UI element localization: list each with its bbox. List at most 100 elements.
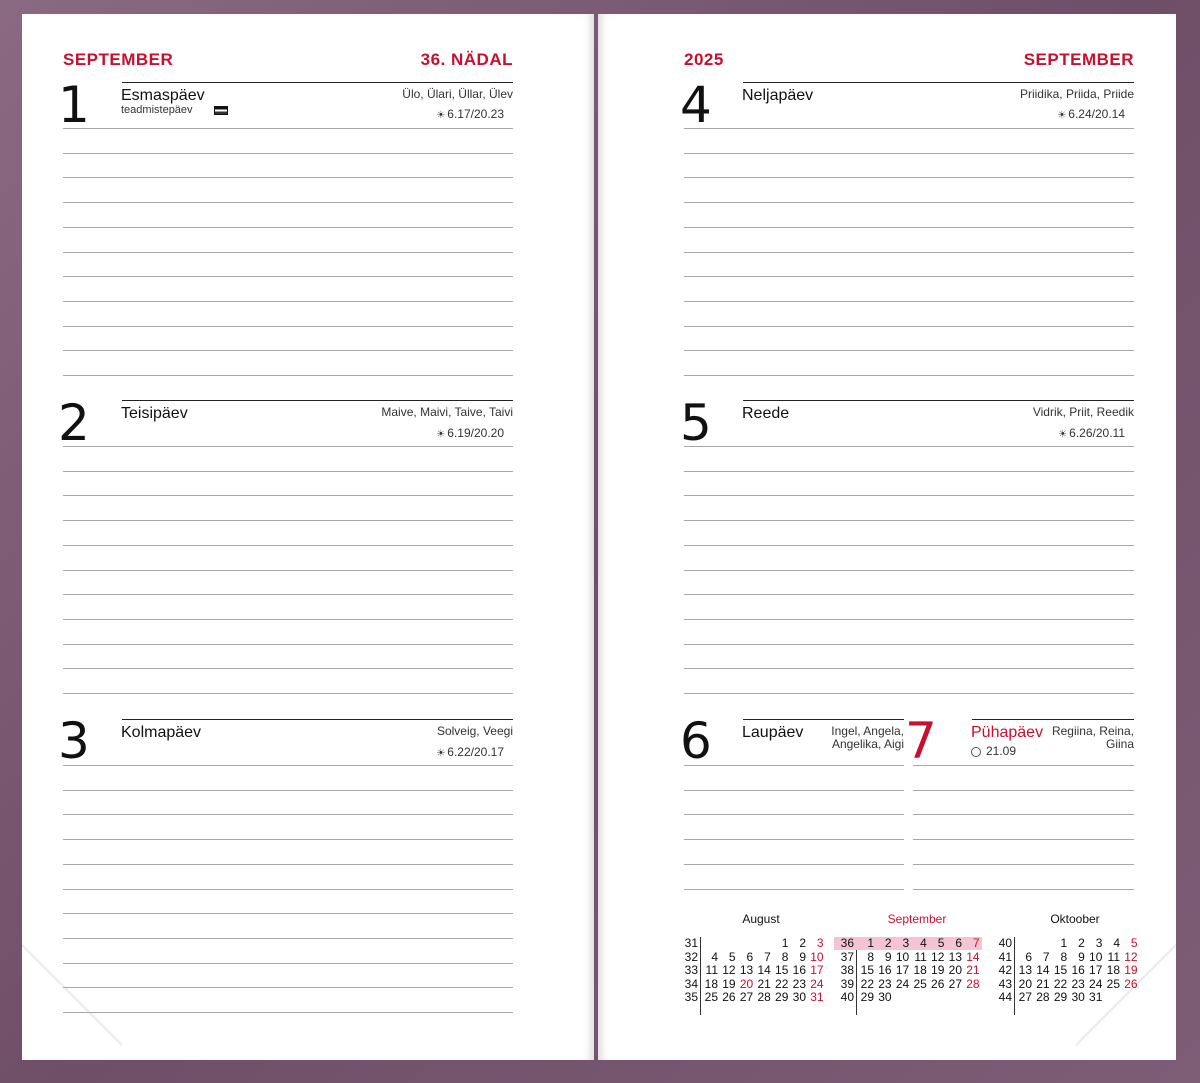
- calendar-day: 15: [1053, 963, 1068, 978]
- calendar-day: 8: [781, 949, 789, 964]
- calendar-day: 27: [1018, 990, 1032, 1005]
- writing-line: [684, 545, 1134, 546]
- day-number-4: 4: [680, 76, 712, 134]
- writing-line: [684, 350, 1134, 351]
- week-number: 39: [840, 976, 854, 991]
- calendar-day: 29: [860, 990, 874, 1005]
- moon-phase: 21.09: [971, 744, 1016, 758]
- writing-line: [63, 644, 513, 645]
- calendar-day: 4: [1113, 936, 1120, 950]
- calendar-day: 24: [1089, 976, 1103, 991]
- namedays-4: Priidika, Priida, Priide: [1019, 87, 1134, 101]
- writing-line: [684, 570, 1134, 571]
- writing-line: [63, 227, 513, 228]
- writing-line: [63, 252, 513, 253]
- mini-calendar-separator: [1014, 937, 1015, 1015]
- day-name-7: Pühapäev: [971, 724, 1044, 741]
- calendar-day: 24: [895, 976, 910, 991]
- day-number-5: 5: [680, 394, 712, 452]
- sunrise-icon: ☀: [436, 429, 446, 440]
- calendar-day: 2: [884, 936, 892, 950]
- mini-calendar-title: Oktoober: [1050, 912, 1100, 926]
- writing-line: [684, 202, 1134, 203]
- writing-line: [913, 864, 1134, 865]
- day-number-7: 7: [905, 712, 937, 770]
- sun-times-value: 6.19/20.20: [447, 426, 504, 440]
- calendar-day: 1: [867, 936, 874, 950]
- namedays-1: Ülo, Ülari, Üllar, Ülev: [402, 87, 513, 101]
- calendar-day: 31: [1089, 990, 1103, 1005]
- writing-line: [63, 177, 513, 178]
- namedays-5: Vidrik, Priit, Reedik: [1032, 405, 1134, 419]
- writing-line: [684, 276, 1134, 277]
- calendar-day: 26: [1124, 976, 1138, 991]
- week-number: 40: [840, 990, 854, 1005]
- calendar-day: 9: [1078, 949, 1085, 964]
- namedays-7b: Giina: [1105, 737, 1134, 751]
- calendar-day: 18: [704, 976, 718, 991]
- calendar-day: 24: [810, 976, 824, 991]
- week-number: 43: [998, 976, 1012, 991]
- sunrise-icon: ☀: [436, 748, 446, 759]
- calendar-day: 11: [705, 963, 718, 978]
- calendar-day: 6: [746, 949, 754, 964]
- calendar-day: 29: [1053, 990, 1068, 1005]
- writing-line: [684, 128, 1134, 129]
- calendar-day: 17: [895, 963, 910, 978]
- corner-decoration-left: [22, 930, 122, 1060]
- week-number: 32: [684, 949, 698, 964]
- namedays-6a: Ingel, Angela,: [831, 724, 904, 738]
- day-number-1: 1: [58, 76, 90, 134]
- week-number: 38: [840, 963, 854, 978]
- calendar-day: 13: [1018, 963, 1032, 978]
- calendar-day: 5: [937, 936, 945, 950]
- calendar-day: 15: [775, 963, 789, 978]
- writing-line: [63, 693, 513, 694]
- calendar-day: 25: [1106, 976, 1120, 991]
- writing-line: [63, 790, 513, 791]
- writing-line: [63, 350, 513, 351]
- calendar-day: 2: [1078, 936, 1085, 950]
- calendar-day: 18: [1106, 963, 1120, 978]
- writing-line: [63, 963, 513, 964]
- sun-times-value: 6.26/20.11: [1069, 426, 1125, 440]
- writing-line: [63, 839, 513, 840]
- calendar-day: 22: [775, 976, 789, 991]
- writing-line: [63, 1012, 513, 1013]
- calendar-day: 7: [1042, 949, 1050, 964]
- sun-times-2: ☀ 6.19/20.20: [400, 426, 504, 440]
- calendar-day: 7: [972, 936, 980, 950]
- calendar-day: 20: [1018, 976, 1032, 991]
- calendar-day: 16: [792, 963, 806, 978]
- sun-times-value: 6.22/20.17: [447, 745, 504, 759]
- writing-line: [63, 987, 513, 988]
- writing-line: [684, 326, 1134, 327]
- writing-line: [63, 446, 513, 447]
- day-name-4: Neljapäev: [742, 87, 814, 104]
- sun-times-5: ☀ 6.26/20.11: [1020, 426, 1125, 440]
- week-number: 31: [684, 936, 698, 950]
- calendar-day: 11: [1107, 949, 1120, 964]
- writing-line: [63, 471, 513, 472]
- calendar-day: 10: [1089, 949, 1103, 964]
- calendar-day: 21: [966, 963, 980, 978]
- mini-calendar-title: August: [742, 912, 780, 926]
- week-number: 37: [840, 949, 854, 964]
- day-header-line: [743, 400, 1134, 401]
- day-name-1: Esmaspäev: [121, 87, 205, 104]
- calendar-day: 1: [781, 936, 789, 950]
- sunrise-icon: ☀: [1058, 429, 1068, 440]
- calendar-day: 6: [955, 936, 962, 950]
- namedays-3: Solveig, Veegi: [436, 724, 513, 738]
- writing-line: [63, 301, 513, 302]
- week-number: 40: [998, 936, 1012, 950]
- calendar-day: 26: [722, 990, 736, 1005]
- calendar-day: 3: [902, 936, 910, 950]
- calendar-day: 22: [860, 976, 874, 991]
- calendar-day: 13: [739, 963, 754, 978]
- calendar-day: 14: [1036, 963, 1050, 978]
- writing-line: [913, 839, 1134, 840]
- writing-line: [63, 668, 513, 669]
- writing-line: [63, 570, 513, 571]
- calendar-day: 6: [1025, 949, 1032, 964]
